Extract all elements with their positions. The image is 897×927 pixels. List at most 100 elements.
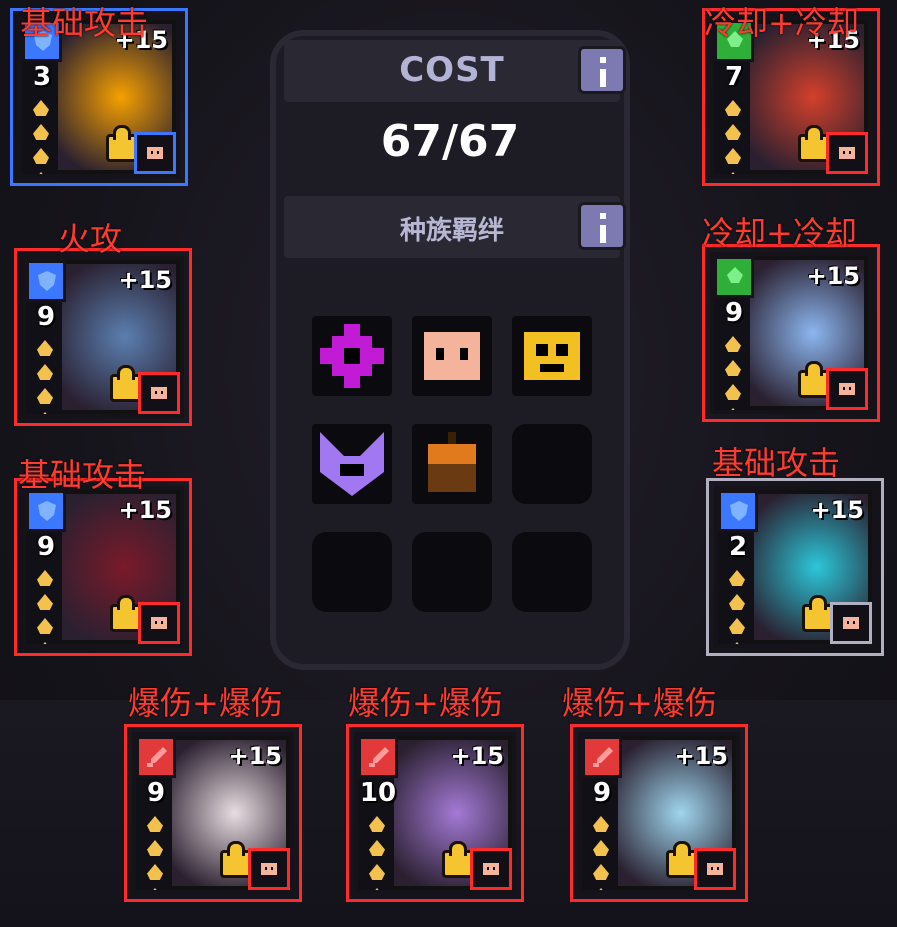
star-icon <box>725 360 741 376</box>
card-level: 9 <box>36 302 56 332</box>
race-corner-badge <box>248 848 290 890</box>
race-icon <box>147 147 163 159</box>
star-icon <box>37 642 53 644</box>
race-slot-empty <box>312 532 392 612</box>
race-corner-badge <box>138 372 180 414</box>
type-badge <box>26 260 66 302</box>
star-icon <box>725 172 741 174</box>
cost-header: COST <box>284 40 626 102</box>
sword-icon <box>593 747 613 767</box>
card-level: 7 <box>724 62 744 92</box>
star-icon <box>37 412 53 414</box>
star-icon <box>37 570 53 586</box>
race-icon <box>839 383 855 395</box>
race-bond-header: 种族羁绊 <box>284 196 626 258</box>
shield-icon <box>38 271 56 291</box>
card-bonus: +15 <box>118 496 172 524</box>
race-icon <box>151 617 167 629</box>
card-caption: 火攻 <box>58 220 123 258</box>
card-level: 9 <box>36 532 56 562</box>
gold-mask-icon <box>524 332 580 380</box>
hero-card[interactable]: 9 +15 <box>124 724 302 902</box>
card-frame: 10 +15 <box>354 732 516 894</box>
star-column <box>726 570 748 644</box>
card-level: 10 <box>359 778 397 808</box>
race-slot-empty <box>412 532 492 612</box>
race-bond-grid <box>312 316 592 612</box>
star-icon <box>729 594 745 610</box>
card-frame: 9 +15 <box>710 252 872 414</box>
card-caption: 爆伤+爆伤 <box>348 684 503 722</box>
shield-icon <box>38 501 56 521</box>
card-bonus: +15 <box>228 742 282 770</box>
card-bonus: +15 <box>450 742 504 770</box>
type-badge <box>714 256 754 298</box>
race-slot-purple-gear[interactable] <box>312 316 392 396</box>
cost-title: COST <box>399 50 505 90</box>
sword-icon <box>147 747 167 767</box>
race-bond-title: 种族羁绊 <box>399 216 504 246</box>
hero-card[interactable]: 9 +15 <box>14 478 192 656</box>
race-corner-badge <box>826 132 868 174</box>
race-slot-gold-mask[interactable] <box>512 316 592 396</box>
star-icon <box>593 816 609 832</box>
type-badge <box>358 736 398 778</box>
star-icon <box>33 172 49 174</box>
race-slot-pig[interactable] <box>412 316 492 396</box>
race-corner-badge <box>826 368 868 410</box>
star-icon <box>37 364 53 380</box>
hero-card[interactable]: 9 +15 <box>14 248 192 426</box>
brown-pumpkin-icon <box>428 432 476 492</box>
star-icon <box>593 864 609 880</box>
card-level: 9 <box>146 778 166 808</box>
star-column <box>30 100 52 174</box>
cost-value: 67/67 <box>380 116 520 167</box>
leaf-icon <box>727 267 743 283</box>
star-icon <box>725 384 741 400</box>
card-level: 9 <box>724 298 744 328</box>
star-icon <box>729 570 745 586</box>
star-icon <box>725 148 741 164</box>
type-badge <box>26 490 66 532</box>
race-icon <box>707 863 723 875</box>
card-frame: 9 +15 <box>22 256 184 418</box>
hero-card[interactable]: 9 +15 <box>702 244 880 422</box>
type-badge <box>718 490 758 532</box>
cost-info-button[interactable] <box>578 46 626 94</box>
race-corner-badge <box>134 132 176 174</box>
star-icon <box>369 864 385 880</box>
card-caption: 冷却+冷却 <box>702 214 857 252</box>
hero-card[interactable]: 9 +15 <box>570 724 748 902</box>
race-slot-empty <box>512 532 592 612</box>
cost-panel: COST 67/67 种族羁绊 <box>270 30 630 670</box>
card-frame: 9 +15 <box>22 486 184 648</box>
star-icon <box>33 100 49 116</box>
star-icon <box>37 340 53 356</box>
card-frame: 9 +15 <box>132 732 294 894</box>
race-info-button[interactable] <box>578 202 626 250</box>
star-icon <box>33 124 49 140</box>
card-bonus: +15 <box>118 266 172 294</box>
card-caption: 爆伤+爆伤 <box>128 684 283 722</box>
card-level: 9 <box>592 778 612 808</box>
star-column <box>366 816 388 890</box>
purple-gear-icon <box>320 324 384 388</box>
star-icon <box>147 864 163 880</box>
card-level: 3 <box>32 62 52 92</box>
star-column <box>722 336 744 410</box>
star-icon <box>593 888 609 890</box>
race-corner-badge <box>694 848 736 890</box>
race-icon <box>839 147 855 159</box>
pig-face-icon <box>424 332 480 380</box>
race-slot-purple-horns[interactable] <box>312 424 392 504</box>
star-column <box>34 340 56 414</box>
star-icon <box>729 642 745 644</box>
hero-card[interactable]: 2 +15 <box>706 478 884 656</box>
card-bonus: +15 <box>806 262 860 290</box>
star-icon <box>725 408 741 410</box>
race-slot-pumpkin[interactable] <box>412 424 492 504</box>
race-icon <box>843 617 859 629</box>
star-icon <box>147 840 163 856</box>
race-corner-badge <box>470 848 512 890</box>
hero-card[interactable]: 10 +15 <box>346 724 524 902</box>
